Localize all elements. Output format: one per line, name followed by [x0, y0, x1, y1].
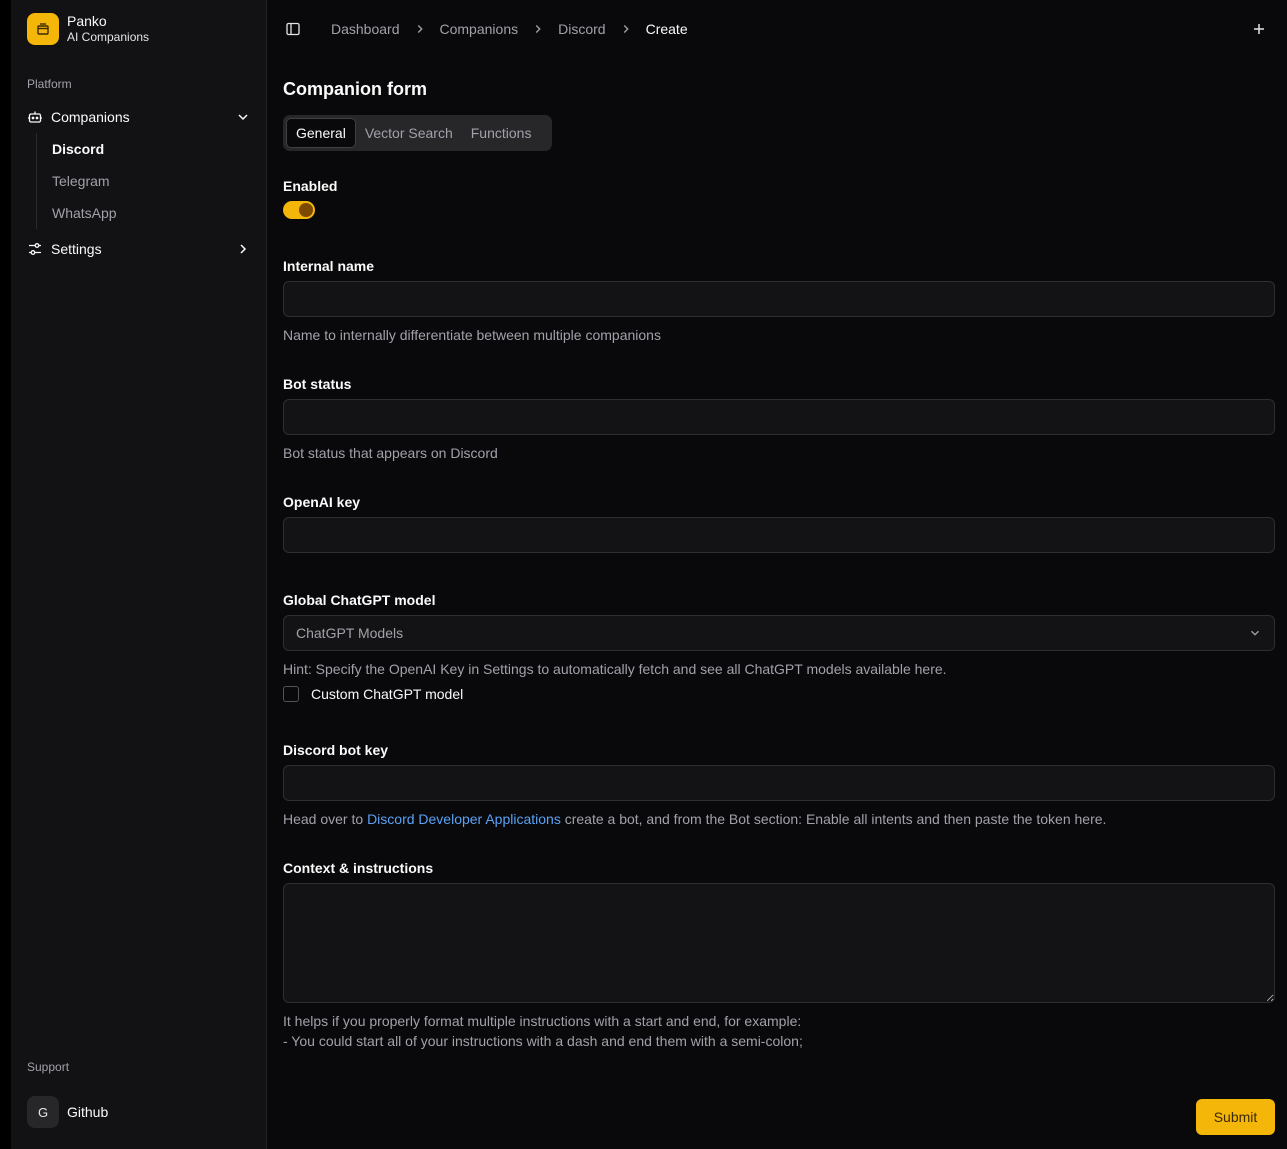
- openai-key-label: OpenAI key: [283, 494, 361, 510]
- enabled-label: Enabled: [283, 178, 338, 194]
- chevron-right-icon: [413, 22, 427, 36]
- breadcrumb-dashboard[interactable]: Dashboard: [331, 21, 400, 37]
- sidebar-item-settings-label: Settings: [51, 241, 102, 257]
- discord-key-hint: Head over to Discord Developer Applicati…: [283, 811, 1106, 827]
- brand-subtitle: AI Companions: [67, 30, 150, 44]
- discord-key-label: Discord bot key: [283, 742, 389, 758]
- discord-developer-link[interactable]: Discord Developer Applications: [367, 811, 561, 827]
- context-hint-line-1: It helps if you properly format multiple…: [283, 1013, 802, 1029]
- model-select[interactable]: ChatGPT Models: [283, 615, 1275, 651]
- openai-key-input[interactable]: [283, 517, 1275, 553]
- model-hint: Hint: Specify the OpenAI Key in Settings…: [283, 661, 947, 677]
- breadcrumb-companions[interactable]: Companions: [440, 21, 519, 37]
- discord-hint-suffix: create a bot, and from the Bot section: …: [560, 811, 1107, 827]
- bot-icon: [27, 109, 43, 125]
- sidebar-item-github-label: Github: [67, 1104, 109, 1120]
- tab-general[interactable]: General: [286, 118, 356, 148]
- model-label: Global ChatGPT model: [283, 592, 436, 608]
- enabled-toggle[interactable]: [283, 201, 315, 219]
- sidebar-item-companions[interactable]: Companions: [19, 101, 259, 133]
- brand[interactable]: Panko AI Companions: [27, 13, 149, 45]
- companions-subnav: Discord Telegram WhatsApp: [36, 133, 251, 229]
- chevron-right-icon: [619, 22, 633, 36]
- sidebar-subitem-discord[interactable]: Discord: [52, 139, 104, 159]
- breadcrumb-discord[interactable]: Discord: [558, 21, 605, 37]
- bot-status-hint: Bot status that appears on Discord: [283, 445, 498, 461]
- tab-vector-search[interactable]: Vector Search: [356, 118, 462, 148]
- internal-name-input[interactable]: [283, 281, 1275, 317]
- submit-button[interactable]: Submit: [1196, 1099, 1275, 1135]
- plus-icon[interactable]: [1251, 21, 1267, 37]
- context-label: Context & instructions: [283, 860, 434, 876]
- model-select-value: ChatGPT Models: [296, 625, 404, 641]
- breadcrumb-create: Create: [645, 21, 688, 37]
- chevron-down-icon: [1248, 626, 1262, 640]
- sidebar-subitem-telegram[interactable]: Telegram: [52, 171, 110, 191]
- sidebar-subitem-whatsapp[interactable]: WhatsApp: [52, 203, 117, 223]
- window-edge: [0, 0, 11, 1149]
- sidebar: Panko AI Companions Platform Companions …: [11, 0, 267, 1149]
- sidebar-item-settings[interactable]: Settings: [19, 233, 259, 265]
- page-title: Companion form: [283, 79, 427, 99]
- custom-model-label: Custom ChatGPT model: [311, 686, 464, 702]
- context-textarea[interactable]: [283, 883, 1275, 1003]
- main-content: Dashboard Companions Discord Create Comp…: [267, 0, 1287, 1149]
- group-label-support: Support: [27, 1060, 70, 1074]
- discord-hint-prefix: Head over to: [283, 811, 368, 827]
- context-hint-line-2: - You could start all of your instructio…: [283, 1033, 803, 1049]
- group-label-platform: Platform: [27, 77, 72, 91]
- brand-name: Panko: [67, 13, 107, 29]
- tab-functions[interactable]: Functions: [462, 118, 541, 148]
- bot-status-label: Bot status: [283, 376, 352, 392]
- avatar: G: [27, 1096, 59, 1128]
- store-icon: [27, 13, 59, 45]
- internal-name-hint: Name to internally differentiate between…: [283, 327, 661, 343]
- chevron-right-icon: [531, 22, 545, 36]
- custom-model-checkbox[interactable]: [283, 686, 299, 702]
- panel-left-icon[interactable]: [285, 21, 301, 37]
- chevron-right-icon: [235, 241, 251, 257]
- discord-key-input[interactable]: [283, 765, 1275, 801]
- sliders-icon: [27, 241, 43, 257]
- sidebar-item-github[interactable]: G Github: [27, 1096, 108, 1128]
- breadcrumb: Dashboard Companions Discord Create: [331, 19, 688, 39]
- top-bar: Dashboard Companions Discord Create: [267, 0, 1287, 58]
- bot-status-input[interactable]: [283, 399, 1275, 435]
- chevron-down-icon: [235, 109, 251, 125]
- sidebar-item-companions-label: Companions: [51, 109, 130, 125]
- internal-name-label: Internal name: [283, 258, 375, 274]
- form-tabs: General Vector Search Functions: [283, 115, 552, 151]
- toggle-knob: [299, 203, 313, 217]
- custom-model-row: Custom ChatGPT model: [283, 686, 463, 702]
